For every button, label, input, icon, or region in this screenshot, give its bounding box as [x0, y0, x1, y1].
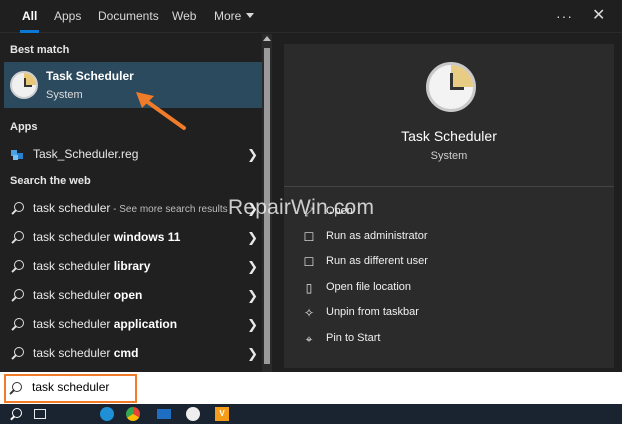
chevron-down-icon: [246, 13, 255, 19]
search-highlight-box: [4, 374, 137, 403]
web-result-item[interactable]: task scheduler - See more search results…: [4, 194, 262, 222]
tab-all[interactable]: All: [19, 0, 40, 33]
chevron-right-icon[interactable]: ❯: [247, 317, 258, 333]
best-match-heading: Best match: [10, 44, 70, 56]
divider: [284, 186, 614, 187]
best-match-subtitle: System: [46, 89, 83, 101]
web-result-text: task scheduler: [33, 288, 114, 302]
chevron-right-icon[interactable]: ❯: [247, 147, 258, 163]
chevron-right-icon[interactable]: ❯: [247, 259, 258, 275]
web-result-suggestion: application: [113, 317, 178, 331]
web-result-suggestion: library: [113, 259, 151, 273]
best-match-title: Task Scheduler: [46, 69, 134, 83]
unpin-icon: ✧: [303, 306, 315, 320]
search-icon: [14, 289, 24, 299]
tab-documents[interactable]: Documents: [98, 0, 159, 33]
apps-heading: Apps: [10, 121, 38, 133]
tab-apps[interactable]: Apps: [54, 0, 81, 33]
vs-app-icon[interactable]: V: [215, 407, 229, 421]
action-label: Open file location: [326, 281, 411, 293]
ellipsis-icon[interactable]: ···: [556, 8, 573, 24]
see-more-text: - See more search results: [110, 204, 228, 215]
tab-more-label: More: [214, 9, 242, 23]
user-icon: ☐: [303, 255, 315, 269]
file-location-icon: ▯: [305, 281, 313, 295]
app-result-item[interactable]: Task_Scheduler.reg ❯: [4, 140, 262, 168]
web-result-text: task scheduler: [33, 346, 114, 360]
details-subtitle: System: [430, 150, 468, 162]
search-icon: [14, 318, 24, 328]
web-result-text: task scheduler: [33, 317, 114, 331]
web-result-item[interactable]: task scheduler application ❯: [4, 310, 262, 338]
search-icon: [14, 347, 24, 357]
web-result-suggestion: cmd: [113, 346, 139, 360]
registry-file-icon: [10, 147, 24, 161]
scroll-up-icon[interactable]: [263, 36, 271, 41]
watermark-text: RepairWin.com: [228, 196, 375, 219]
search-tabs-bar: All Apps Documents Web More ··· ✕: [0, 0, 622, 33]
chrome-icon[interactable]: [126, 407, 140, 421]
task-scheduler-taskbar-icon[interactable]: [186, 407, 200, 421]
chevron-right-icon[interactable]: ❯: [247, 346, 258, 362]
web-result-item[interactable]: task scheduler library ❯: [4, 252, 262, 280]
action-label: Pin to Start: [326, 332, 381, 344]
task-view-icon[interactable]: [34, 409, 46, 419]
tab-web[interactable]: Web: [172, 0, 196, 33]
app-result-label: Task_Scheduler.reg: [33, 147, 139, 161]
edge-icon[interactable]: [100, 407, 114, 421]
details-title: Task Scheduler: [401, 128, 497, 144]
task-scheduler-icon: [426, 62, 476, 112]
web-result-text: task scheduler: [33, 259, 114, 273]
web-result-text: task scheduler: [33, 230, 114, 244]
search-icon: [14, 260, 24, 270]
web-result-item[interactable]: task scheduler cmd ❯: [4, 339, 262, 367]
chevron-right-icon[interactable]: ❯: [247, 230, 258, 246]
annotation-arrow-icon: [136, 92, 186, 130]
chevron-right-icon[interactable]: ❯: [247, 288, 258, 304]
close-icon[interactable]: ✕: [592, 5, 605, 25]
web-result-suggestion: windows 11: [113, 230, 181, 244]
web-result-suggestion: open: [113, 288, 143, 302]
tab-more[interactable]: More: [214, 0, 255, 33]
search-icon: [14, 231, 24, 241]
shield-icon: ☐: [303, 230, 315, 244]
web-result-text: task scheduler: [33, 201, 111, 215]
web-result-item[interactable]: task scheduler windows 11 ❯: [4, 223, 262, 251]
task-scheduler-icon: [10, 71, 38, 99]
mail-icon[interactable]: [157, 409, 171, 419]
web-result-item[interactable]: task scheduler open ❯: [4, 281, 262, 309]
action-label: Run as administrator: [326, 230, 428, 242]
taskbar-search-icon[interactable]: [8, 406, 24, 422]
action-label: Unpin from taskbar: [326, 306, 419, 318]
pin-icon: ⌖: [305, 332, 313, 346]
taskbar: V: [0, 404, 622, 424]
action-label: Run as different user: [326, 255, 428, 267]
search-web-heading: Search the web: [10, 175, 91, 187]
search-icon: [14, 202, 24, 212]
